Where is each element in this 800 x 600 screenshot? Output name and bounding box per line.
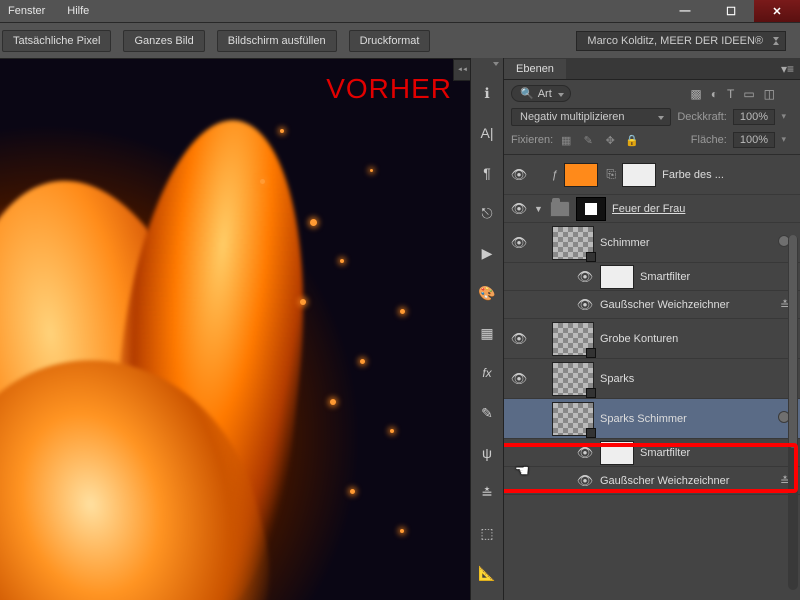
blend-mode-select[interactable]: Negativ multiplizieren	[511, 108, 671, 126]
device-panel-icon[interactable]: ψ	[477, 444, 497, 462]
filter-type-icon[interactable]: T	[727, 87, 734, 101]
group-mask-thumbnail[interactable]	[576, 197, 606, 221]
layer-thumbnail[interactable]	[552, 322, 594, 356]
3d-panel-icon[interactable]: ⬚	[477, 524, 497, 542]
layer-row[interactable]: 👁 ƒ ⎘ Farbe des ...	[504, 155, 800, 195]
smartfilter-row[interactable]: 👁 Smartfilter	[504, 439, 800, 467]
filter-mask-thumbnail[interactable]	[600, 265, 634, 289]
layer-filter-kind[interactable]: 🔍Art	[511, 85, 571, 102]
print-size-button[interactable]: Druckformat	[349, 30, 431, 52]
link-icon: ⎘	[604, 167, 618, 182]
layer-name[interactable]: Farbe des ...	[662, 169, 724, 181]
visibility-toggle[interactable]: 👁	[570, 473, 600, 489]
window-controls: — ☐ ✕	[662, 0, 800, 22]
visibility-toggle[interactable]: 👁	[570, 297, 600, 313]
visibility-toggle[interactable]: 👁	[570, 269, 600, 285]
folder-icon	[550, 201, 570, 217]
collapsed-panels-strip: ℹ A| ¶ ⎋ ▶ 🎨 ▦ fx ✎ ψ ≛ ⬚ 📐	[470, 58, 504, 600]
adjustments-panel-icon[interactable]: ≛	[477, 484, 497, 502]
before-watermark: VORHER	[326, 73, 452, 105]
layer-row[interactable]: 👁 Schimmer	[504, 223, 800, 263]
filter-mask-thumbnail[interactable]	[600, 441, 634, 465]
menu-fenster[interactable]: Fenster	[8, 5, 45, 17]
layer-thumbnail[interactable]	[552, 402, 594, 436]
layer-name[interactable]: Smartfilter	[640, 447, 690, 459]
lock-all-icon[interactable]: 🔒	[625, 134, 639, 147]
layer-name[interactable]: Gaußscher Weichzeichner	[600, 299, 729, 311]
filter-entry-row[interactable]: 👁 Gaußscher Weichzeichner ≛	[504, 291, 800, 319]
fill-label: Fläche:	[691, 134, 727, 146]
visibility-toggle[interactable]: 👁	[504, 331, 534, 347]
visibility-toggle[interactable]: 👁	[504, 167, 534, 183]
lock-position-icon[interactable]: ✥	[603, 134, 617, 147]
filter-pixel-icon[interactable]: ▩	[690, 87, 701, 101]
panel-menu-icon[interactable]: ▾≡	[781, 62, 794, 76]
actual-pixels-button[interactable]: Tatsächliche Pixel	[2, 30, 111, 52]
tool-presets-icon[interactable]: ✎	[477, 404, 497, 422]
paragraph-panel-icon[interactable]: ¶	[477, 164, 497, 182]
styles-panel-icon[interactable]: fx	[477, 364, 497, 382]
brush-settings-icon[interactable]: ⎋	[477, 204, 497, 222]
fill-screen-button[interactable]: Bildschirm ausfüllen	[217, 30, 337, 52]
mask-thumbnail[interactable]	[622, 163, 656, 187]
layers-panel: Ebenen ▾≡ 🔍Art ▩ ◐ T ▭ ◫ Negativ multipl…	[504, 58, 800, 600]
layer-name[interactable]: Schimmer	[600, 237, 650, 249]
layer-name[interactable]: Sparks Schimmer	[600, 413, 687, 425]
info-panel-icon[interactable]: ℹ	[477, 84, 497, 102]
layer-filter-icons[interactable]: ▩ ◐ T ▭ ◫	[690, 87, 775, 101]
fill-value[interactable]: 100%	[733, 132, 775, 148]
layers-tab[interactable]: Ebenen	[504, 59, 566, 79]
visibility-toggle[interactable]: 👁	[504, 235, 534, 251]
actions-panel-icon[interactable]: ▶	[477, 244, 497, 262]
strip-expand-icon[interactable]	[493, 62, 499, 66]
visibility-toggle[interactable]: 👁	[504, 201, 534, 217]
layer-name[interactable]: Sparks	[600, 373, 634, 385]
layer-thumbnail[interactable]	[552, 362, 594, 396]
filter-entry-row[interactable]: 👁 Gaußscher Weichzeichner ≛	[504, 467, 800, 495]
lock-transparency-icon[interactable]: ▦	[559, 134, 573, 147]
swatches-panel-icon[interactable]: 🎨	[477, 284, 497, 302]
panel-collapse-handle[interactable]	[453, 59, 471, 81]
group-expand-icon[interactable]: ▼	[534, 204, 546, 214]
visibility-toggle[interactable]: 👁	[570, 445, 600, 461]
opacity-value[interactable]: 100%	[733, 109, 775, 125]
layer-name[interactable]: Feuer der Frau	[612, 203, 685, 215]
smartfilter-row[interactable]: 👁 Smartfilter	[504, 263, 800, 291]
minimize-button[interactable]: —	[662, 0, 708, 22]
layer-row-selected[interactable]: Sparks Schimmer	[504, 399, 800, 439]
visibility-toggle[interactable]: 👁	[504, 371, 534, 387]
close-button[interactable]: ✕	[754, 0, 800, 22]
layers-scrollbar[interactable]	[788, 235, 798, 590]
workspace-selector[interactable]: Marco Kolditz, MEER DER IDEEN®	[576, 31, 786, 51]
character-panel-icon[interactable]: A|	[477, 124, 497, 142]
layer-name[interactable]: Gaußscher Weichzeichner	[600, 475, 729, 487]
layer-group-row[interactable]: 👁 ▼ Feuer der Frau	[504, 195, 800, 223]
layer-row[interactable]: 👁 Sparks	[504, 359, 800, 399]
layer-thumbnail[interactable]	[564, 163, 598, 187]
layer-name[interactable]: Smartfilter	[640, 271, 690, 283]
lock-pixels-icon[interactable]: ✎	[581, 134, 595, 147]
options-bar: Tatsächliche Pixel Ganzes Bild Bildschir…	[0, 22, 800, 58]
opacity-label: Deckkraft:	[677, 111, 727, 123]
filter-shape-icon[interactable]: ▭	[743, 87, 754, 101]
maximize-button[interactable]: ☐	[708, 0, 754, 22]
layer-name[interactable]: Grobe Konturen	[600, 333, 678, 345]
filter-smart-icon[interactable]: ◫	[764, 87, 775, 101]
lock-label: Fixieren:	[511, 134, 553, 146]
filter-adjust-icon[interactable]: ◐	[711, 87, 718, 101]
document-canvas[interactable]: VORHER	[0, 58, 470, 600]
measure-panel-icon[interactable]: 📐	[477, 564, 497, 582]
menu-hilfe[interactable]: Hilfe	[67, 5, 89, 17]
layer-thumbnail[interactable]	[552, 226, 594, 260]
layer-list: 👁 ƒ ⎘ Farbe des ... 👁 ▼ Feuer der Frau 👁	[504, 154, 800, 600]
layer-row[interactable]: 👁 Grobe Konturen	[504, 319, 800, 359]
grid-panel-icon[interactable]: ▦	[477, 324, 497, 342]
fit-screen-button[interactable]: Ganzes Bild	[123, 30, 204, 52]
